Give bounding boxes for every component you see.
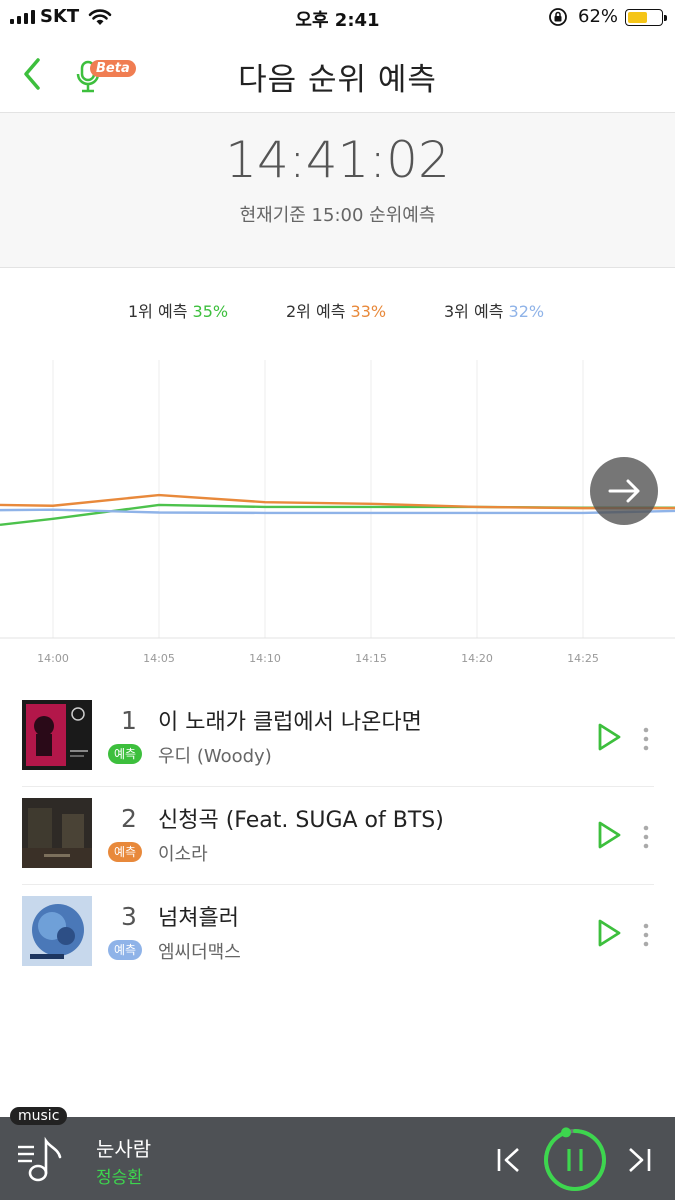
artist-name[interactable]: 이소라: [158, 840, 208, 866]
legend-percent: 35%: [192, 302, 229, 321]
song-title[interactable]: 넘쳐흘러: [158, 900, 239, 932]
list-item[interactable]: 2 예측 신청곡 (Feat. SUGA of BTS) 이소라: [22, 786, 654, 885]
rank-number: 1: [121, 706, 137, 735]
prediction-line-chart: 14:00 14:05 14:10 14:15 14:20 14:25: [0, 360, 675, 665]
album-cover[interactable]: [22, 798, 92, 868]
now-playing-artist[interactable]: 정승환: [96, 1163, 143, 1188]
orientation-lock-icon: [549, 8, 567, 26]
artist-name[interactable]: 엠씨더맥스: [158, 938, 241, 964]
play-icon[interactable]: [596, 918, 622, 948]
status-time: 오후 2:41: [295, 10, 380, 31]
legend-label: 2위 예측: [286, 302, 346, 321]
artist-name[interactable]: 우디 (Woody): [158, 742, 272, 768]
prediction-badge: 예측: [108, 744, 143, 764]
playlist-music-icon[interactable]: [14, 1135, 66, 1187]
prediction-badge: 예측: [108, 842, 143, 862]
legend-percent: 32%: [508, 302, 545, 321]
x-tick-label: 14:00: [37, 652, 69, 665]
pause-icon[interactable]: [542, 1127, 608, 1193]
more-options-icon[interactable]: [640, 726, 652, 752]
page-title: 다음 순위 예측: [238, 62, 437, 98]
status-bar: SKT 오후 2:41 62%: [0, 0, 675, 36]
x-tick-label: 14:15: [355, 652, 387, 665]
legend-label: 3위 예측: [444, 302, 504, 321]
header: Beta 다음 순위 예측: [0, 36, 675, 113]
play-icon[interactable]: [596, 722, 622, 752]
play-icon[interactable]: [596, 820, 622, 850]
rank-number: 2: [121, 804, 137, 833]
x-tick-label: 14:20: [461, 652, 493, 665]
more-options-icon[interactable]: [640, 824, 652, 850]
x-tick-label: 14:05: [143, 652, 175, 665]
list-item[interactable]: 1 예측 이 노래가 클럽에서 나온다면 우디 (Woody): [22, 688, 654, 787]
song-title[interactable]: 신청곡 (Feat. SUGA of BTS): [158, 802, 444, 834]
now-playing-title[interactable]: 눈사람: [96, 1133, 151, 1162]
mini-player[interactable]: music 눈사람 정승환: [0, 1107, 675, 1200]
current-time-panel: 14:41:02 현재기준 15:00 순위예측: [0, 113, 675, 268]
prediction-basis-text: 현재기준 15:00 순위예측: [239, 205, 436, 226]
legend-item-2: 2위 예측 33%: [286, 298, 386, 322]
list-item[interactable]: 3 예측 넘쳐흘러 엠씨더맥스: [22, 884, 654, 982]
album-cover[interactable]: [22, 700, 92, 770]
prediction-badge: 예측: [108, 940, 143, 960]
legend-percent: 33%: [350, 302, 387, 321]
current-time: 14:41:02: [225, 131, 450, 189]
song-title[interactable]: 이 노래가 클럽에서 나온다면: [158, 704, 422, 736]
music-tag: music: [10, 1107, 68, 1125]
x-tick-label: 14:10: [249, 652, 281, 665]
previous-track-icon[interactable]: [494, 1145, 524, 1175]
legend-label: 1위 예측: [128, 302, 188, 321]
battery-icon: [625, 9, 667, 26]
battery-percentage: 62%: [578, 6, 619, 27]
chart-legend: 1위 예측 35% 2위 예측 33% 3위 예측 32%: [0, 298, 675, 322]
next-track-icon[interactable]: [624, 1145, 654, 1175]
arrow-right-icon[interactable]: [590, 457, 658, 525]
more-options-icon[interactable]: [640, 922, 652, 948]
x-tick-label: 14:25: [567, 652, 599, 665]
rank-number: 3: [121, 902, 137, 931]
album-cover[interactable]: [22, 896, 92, 966]
legend-item-3: 3위 예측 32%: [444, 298, 544, 322]
legend-item-1: 1위 예측 35%: [128, 298, 228, 322]
